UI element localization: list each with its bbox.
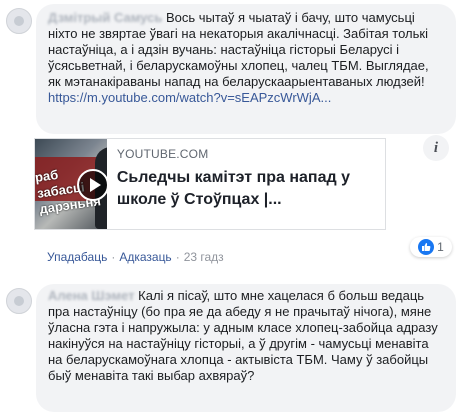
- like-button[interactable]: Упадабаць: [47, 250, 107, 264]
- reaction-count: 1: [437, 240, 444, 254]
- separator: ·: [111, 250, 116, 264]
- comment1-body: Дзмітрый Самусь Вось чытаў я чыатаў і ба…: [48, 10, 444, 90]
- reply-button[interactable]: Адказаць: [119, 250, 171, 264]
- link-preview-card[interactable]: раб забасці дарэньня YOUTUBE.COM Сьледчы…: [34, 138, 386, 230]
- reaction-count-badge[interactable]: 1: [410, 237, 452, 257]
- preview-domain: YOUTUBE.COM: [116, 147, 209, 161]
- preview-info: YOUTUBE.COM Сьледчы камітэт пра напад у …: [107, 139, 385, 229]
- comment1-bubble: Дзмітрый Самусь Вось чытаў я чыатаў і ба…: [36, 4, 456, 134]
- play-icon[interactable]: [77, 169, 107, 201]
- comment2-bubble: Алена Шэмет Калі я пісаў, што мне хацела…: [36, 284, 456, 412]
- comment2-author[interactable]: Алена Шэмет: [48, 288, 135, 303]
- comment1-actions: Упадабаць · Адказаць · 23 гадз: [47, 250, 224, 264]
- info-icon[interactable]: i: [423, 135, 449, 161]
- preview-title[interactable]: Сьледчы камітэт пра напад у школе ў Стоў…: [117, 167, 375, 211]
- video-thumbnail[interactable]: раб забасці дарэньня: [35, 139, 107, 229]
- comment2-body: Алена Шэмет Калі я пісаў, што мне хацела…: [48, 288, 444, 384]
- comment2-avatar[interactable]: [6, 288, 32, 314]
- separator: ·: [175, 250, 180, 264]
- comment1-author[interactable]: Дзмітрый Самусь: [48, 10, 162, 25]
- thumbs-up-icon: [418, 239, 435, 255]
- comment1-link[interactable]: https://m.youtube.com/watch?v=sEAPzcWrWj…: [48, 90, 444, 106]
- comment-timestamp[interactable]: 23 гадз: [184, 250, 224, 264]
- comment1-avatar[interactable]: [6, 8, 32, 34]
